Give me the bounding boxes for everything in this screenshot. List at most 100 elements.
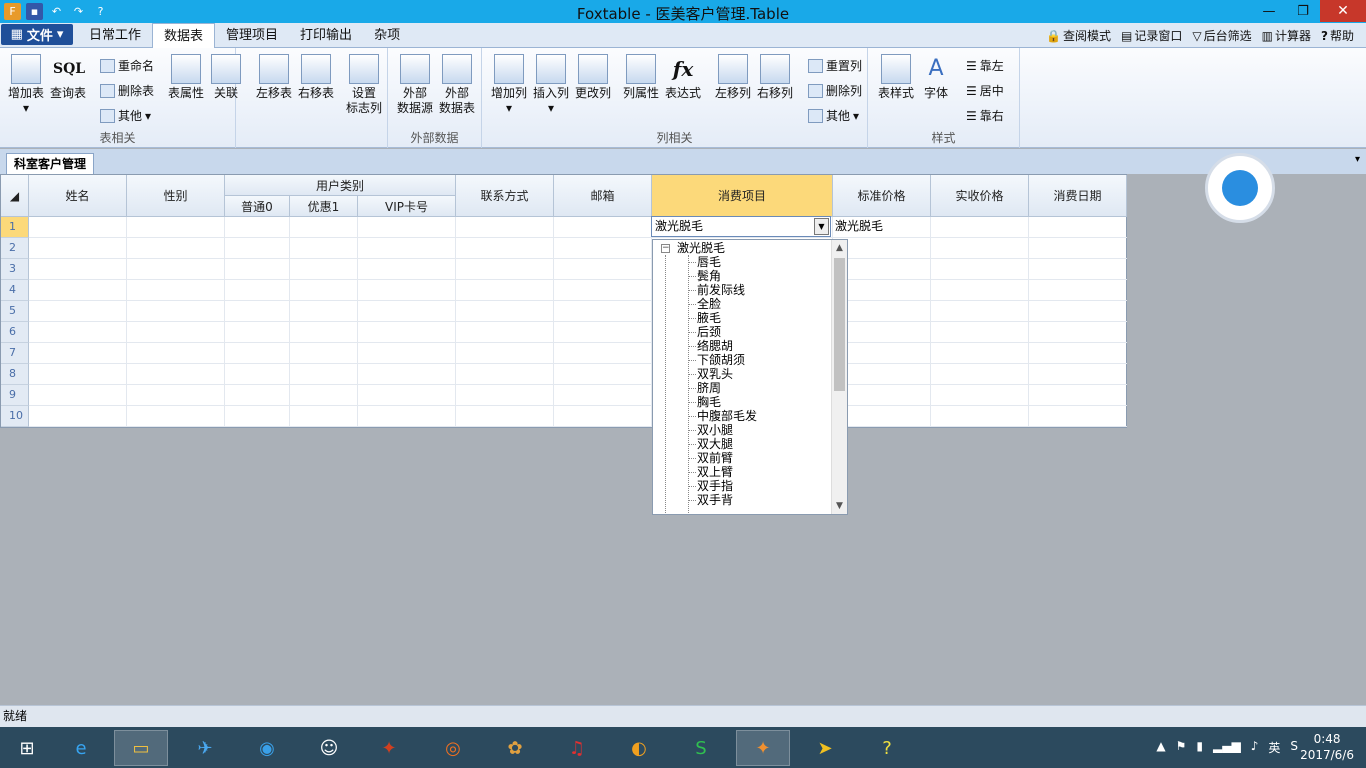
tree-item[interactable]: 鬓角: [657, 269, 833, 283]
tab-print-output[interactable]: 打印输出: [289, 23, 363, 48]
calculator-button[interactable]: ▥ 计算器: [1262, 27, 1311, 44]
sogou-icon[interactable]: S: [1290, 739, 1298, 756]
app-icon[interactable]: F: [4, 3, 21, 20]
tab-manage-project[interactable]: 管理项目: [215, 23, 289, 48]
qq-icon[interactable]: ☺: [302, 730, 356, 766]
scroll-down-icon[interactable]: ▼: [832, 498, 847, 514]
tree-item[interactable]: 腋毛: [657, 311, 833, 325]
dropdown-scrollbar[interactable]: ▲ ▼: [831, 240, 847, 514]
help-circle-icon[interactable]: ?: [92, 3, 109, 20]
tree-item[interactable]: 胸毛: [657, 395, 833, 409]
flag-icon[interactable]: ⚑: [1176, 739, 1187, 756]
row-number[interactable]: 4: [1, 280, 29, 301]
set-flag-column-button[interactable]: 设置 标志列: [342, 54, 386, 116]
standard-price-cell[interactable]: 激光脱毛: [835, 216, 883, 237]
move-table-left-button[interactable]: 左移表: [252, 54, 296, 101]
tab-dropdown-icon[interactable]: ▾: [1355, 154, 1360, 165]
tree-item[interactable]: 双上臂: [657, 465, 833, 479]
tree-item[interactable]: 络腮胡: [657, 339, 833, 353]
col-header-vip[interactable]: VIP卡号: [358, 196, 456, 217]
column-props-button[interactable]: 列属性: [620, 54, 662, 101]
table-props-button[interactable]: 表属性: [166, 54, 206, 101]
collapse-icon[interactable]: −: [661, 244, 670, 253]
col-header-gender[interactable]: 性别: [127, 175, 225, 217]
scroll-up-icon[interactable]: ▲: [832, 240, 847, 256]
insert-column-button[interactable]: 插入列 ▾: [530, 54, 572, 116]
row-number[interactable]: 8: [1, 364, 29, 385]
grid-corner[interactable]: ◢: [1, 175, 29, 217]
tree-item[interactable]: 下颌胡须: [657, 353, 833, 367]
firefox-icon[interactable]: ◎: [426, 730, 480, 766]
tree-item[interactable]: 前发际线: [657, 283, 833, 297]
redo-icon[interactable]: ↷: [70, 3, 87, 20]
help-button[interactable]: ? 帮助: [1321, 27, 1354, 44]
power-icon[interactable]: ▮: [1196, 739, 1203, 756]
foxtable-icon[interactable]: ✦: [736, 730, 790, 766]
tree-item[interactable]: 双小腿: [657, 423, 833, 437]
consumption-tree-dropdown[interactable]: − 激光脱毛 唇毛 鬓角 前发际线 全脸 腋毛 后颈 络腮胡 下颌胡须 双乳头 脐…: [652, 239, 848, 515]
sheets-icon[interactable]: S: [674, 730, 728, 766]
clock[interactable]: 0:48 2017/6/6: [1300, 731, 1354, 763]
ext-table-button[interactable]: 外部 数据表: [436, 54, 478, 116]
close-icon[interactable]: ✕: [1320, 0, 1366, 22]
col-header-email[interactable]: 邮箱: [554, 175, 652, 217]
add-column-button[interactable]: 增加列 ▾: [488, 54, 530, 116]
document-tab-current[interactable]: 科室客户管理: [6, 153, 95, 174]
query-table-button[interactable]: SQL 查询表: [48, 54, 88, 101]
background-filter-button[interactable]: ▽ 后台筛选: [1192, 27, 1251, 44]
data-grid[interactable]: ◢ 姓名 性别 用户类别 普通0 优惠1 VIP卡号 联系方式 邮箱 消费项目 …: [0, 174, 1127, 428]
align-center-button[interactable]: ☰ 居中: [966, 82, 1004, 99]
expression-button[interactable]: fx 表达式: [662, 54, 704, 101]
row-number[interactable]: 9: [1, 385, 29, 406]
col-header-date[interactable]: 消费日期: [1029, 175, 1127, 217]
row-number[interactable]: 10: [1, 406, 29, 427]
consumption-cell-editor[interactable]: 激光脱毛 ▼: [651, 216, 831, 237]
col-header-standard-price[interactable]: 标准价格: [833, 175, 931, 217]
row-number[interactable]: 1: [1, 217, 29, 238]
row-number[interactable]: 6: [1, 322, 29, 343]
table-other-button[interactable]: 其他 ▾: [100, 107, 151, 124]
col-header-contact[interactable]: 联系方式: [456, 175, 554, 217]
tree-item[interactable]: 双大腿: [657, 437, 833, 451]
tree-item[interactable]: 脐周: [657, 381, 833, 395]
show-hidden-icon[interactable]: ▲: [1156, 739, 1165, 756]
row-number[interactable]: 2: [1, 238, 29, 259]
reset-column-button[interactable]: 重置列: [808, 57, 862, 74]
browser-icon[interactable]: ◐: [612, 730, 666, 766]
tab-daily-work[interactable]: 日常工作: [78, 23, 152, 48]
record-window-button[interactable]: ▤ 记录窗口: [1121, 27, 1182, 44]
col-header-name[interactable]: 姓名: [29, 175, 127, 217]
move-column-left-button[interactable]: 左移列: [712, 54, 754, 101]
row-number[interactable]: 7: [1, 343, 29, 364]
query-mode-button[interactable]: 🔒 查阅模式: [1046, 27, 1111, 44]
scroll-thumb[interactable]: [834, 258, 845, 391]
align-left-button[interactable]: ☰ 靠左: [966, 57, 1004, 74]
windows-start-icon[interactable]: ⊞: [0, 730, 54, 766]
table-style-button[interactable]: 表样式: [874, 54, 918, 101]
move-table-right-button[interactable]: 右移表: [294, 54, 338, 101]
file-explorer-icon[interactable]: ▭: [114, 730, 168, 766]
file-menu-button[interactable]: ▦ 文件 ▾: [1, 24, 73, 45]
add-table-button[interactable]: 增加表 ▾: [6, 54, 46, 116]
game-icon[interactable]: ✦: [362, 730, 416, 766]
arrow-app-icon[interactable]: ➤: [798, 730, 852, 766]
tree-item[interactable]: 全脸: [657, 297, 833, 311]
rename-button[interactable]: 重命名: [100, 57, 154, 74]
dropdown-toggle-icon[interactable]: ▼: [814, 218, 829, 235]
restore-icon[interactable]: ❐: [1286, 0, 1320, 22]
col-header-normal[interactable]: 普通0: [225, 196, 290, 217]
row-number[interactable]: 5: [1, 301, 29, 322]
help-doc-icon[interactable]: ?: [860, 730, 914, 766]
align-right-button[interactable]: ☰ 靠右: [966, 107, 1004, 124]
col-header-user-type[interactable]: 用户类别: [225, 175, 456, 196]
tree-root-node[interactable]: − 激光脱毛: [657, 241, 833, 255]
tree-item[interactable]: 双乳头: [657, 367, 833, 381]
ext-source-button[interactable]: 外部 数据源: [394, 54, 436, 116]
col-header-discount[interactable]: 优惠1: [290, 196, 358, 217]
move-column-right-button[interactable]: 右移列: [754, 54, 796, 101]
tree-item[interactable]: 双前臂: [657, 451, 833, 465]
netease-music-icon[interactable]: ♫: [550, 730, 604, 766]
player-icon[interactable]: ◉: [240, 730, 294, 766]
col-header-consumption[interactable]: 消费项目: [652, 175, 833, 217]
delete-column-button[interactable]: 删除列: [808, 82, 862, 99]
